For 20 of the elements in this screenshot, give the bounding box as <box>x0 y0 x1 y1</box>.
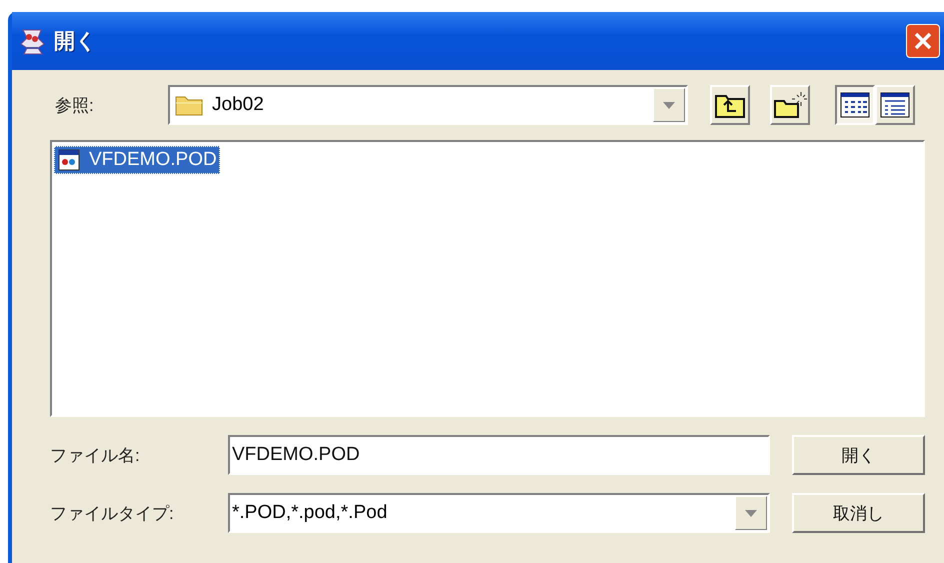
close-button[interactable] <box>906 24 940 58</box>
dropdown-arrow-icon <box>663 102 675 108</box>
dropdown-arrow-icon <box>745 510 757 516</box>
new-folder-icon <box>773 90 807 120</box>
up-folder-button[interactable] <box>710 85 750 125</box>
new-folder-button[interactable] <box>770 85 810 125</box>
details-view-button[interactable] <box>875 85 915 125</box>
file-name-label: ファイル名: <box>49 444 141 466</box>
list-view-button[interactable] <box>835 85 875 125</box>
look-in-label: 参照: <box>54 94 95 116</box>
file-name-field[interactable]: VFDEMO.POD <box>228 435 770 475</box>
file-type-dropdown[interactable]: *.POD,*.pod,*.Pod <box>228 493 770 533</box>
look-in-dropdown[interactable]: Job02 <box>168 85 688 125</box>
file-icon <box>57 148 81 172</box>
window-title: 開く <box>54 29 98 55</box>
file-type-label: ファイルタイプ: <box>49 502 175 524</box>
file-item[interactable]: VFDEMO.POD <box>54 146 220 174</box>
cancel-button[interactable]: 取消し <box>792 493 925 533</box>
open-button[interactable]: 開く <box>792 435 925 475</box>
close-icon <box>912 30 934 52</box>
